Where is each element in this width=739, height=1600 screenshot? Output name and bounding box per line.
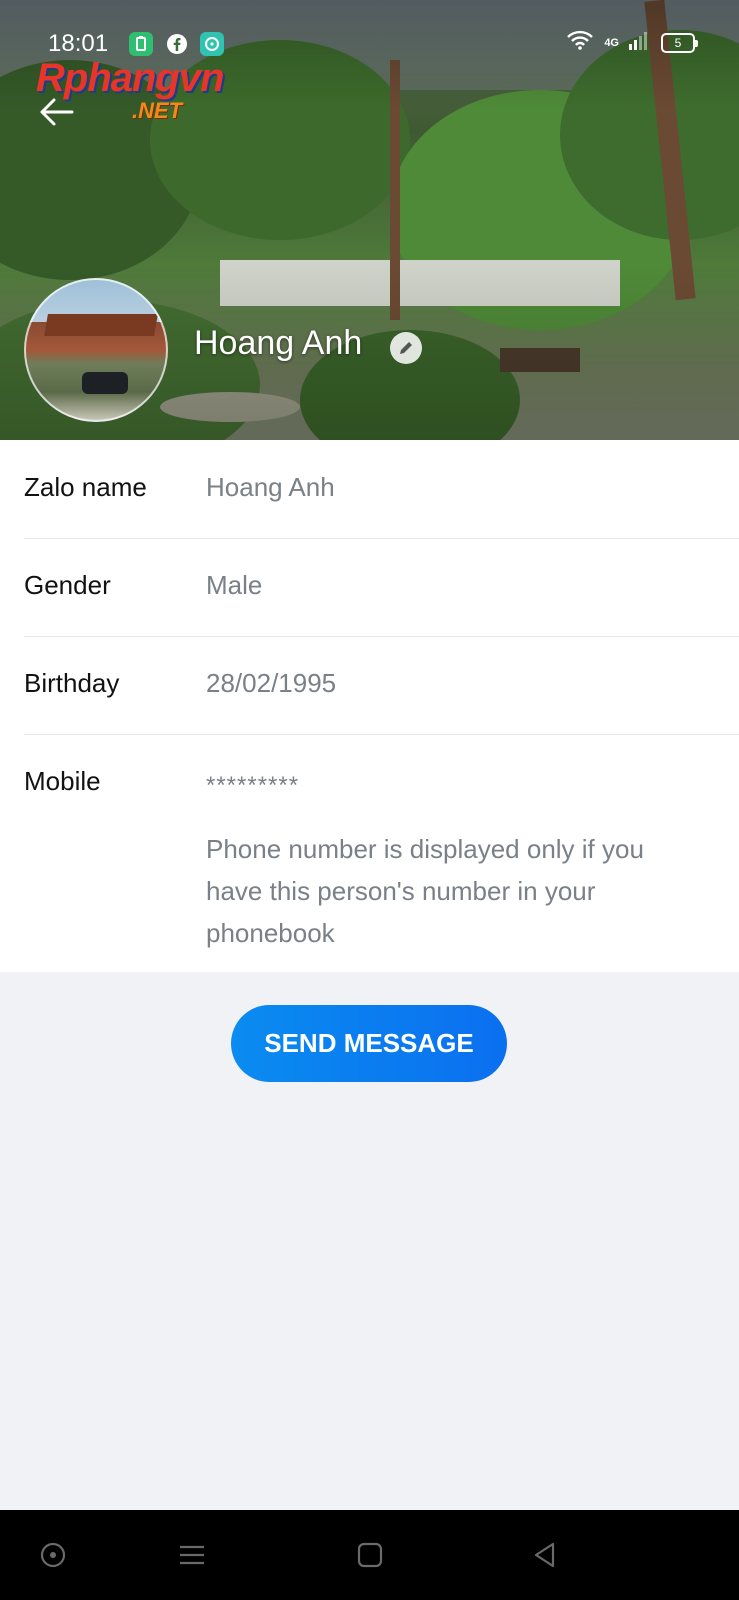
zalo-name-value: Hoang Anh	[206, 472, 335, 502]
system-nav-bar	[0, 1510, 739, 1600]
nav-menu-button[interactable]	[177, 1540, 207, 1570]
zalo-name-label: Zalo name	[24, 472, 147, 502]
info-card: Zalo name Hoang Anh Gender Male Birthday…	[0, 440, 739, 972]
mobile-label: Mobile	[24, 766, 101, 796]
send-message-button[interactable]: SEND MESSAGE	[231, 1005, 507, 1082]
nav-back-button[interactable]	[530, 1540, 560, 1570]
mobile-value: *********	[206, 772, 300, 799]
profile-name: Hoang Anh	[194, 324, 363, 362]
info-row-mobile: Mobile ********* Phone number is display…	[24, 734, 739, 964]
pencil-icon	[400, 342, 412, 354]
gender-value: Male	[206, 570, 263, 600]
back-button[interactable]	[36, 92, 76, 132]
signal-icon	[629, 30, 651, 55]
triangle-back-icon	[534, 1542, 555, 1568]
battery-saver-icon	[129, 32, 153, 56]
status-time: 18:01	[48, 30, 109, 57]
info-row-birthday: Birthday 28/02/1995	[24, 636, 739, 735]
gender-label: Gender	[24, 570, 111, 600]
battery-icon: 5	[661, 32, 698, 53]
nav-home-button[interactable]	[355, 1540, 385, 1570]
nav-assistant-button[interactable]	[38, 1540, 68, 1570]
menu-icon	[180, 1545, 204, 1565]
facebook-icon	[165, 32, 189, 56]
birthday-label: Birthday	[24, 668, 120, 698]
chat-bubble-icon	[200, 32, 224, 56]
info-row-gender: Gender Male	[24, 538, 739, 637]
avatar[interactable]	[24, 278, 168, 422]
network-label: 4G	[604, 36, 619, 49]
birthday-value: 28/02/1995	[206, 668, 337, 698]
avatar-roof	[44, 314, 158, 336]
arrow-left-icon	[40, 98, 74, 126]
info-row-zalo-name: Zalo name Hoang Anh	[24, 440, 739, 539]
edit-name-button[interactable]	[390, 332, 422, 364]
square-icon	[357, 1542, 383, 1568]
wifi-icon	[566, 30, 594, 55]
circle-dot-icon	[40, 1542, 66, 1568]
avatar-car	[82, 372, 128, 394]
status-right: 4G 5	[566, 30, 698, 55]
mobile-note: Phone number is displayed only if you ha…	[206, 834, 644, 948]
watermark-suffix: .NET	[132, 98, 183, 123]
